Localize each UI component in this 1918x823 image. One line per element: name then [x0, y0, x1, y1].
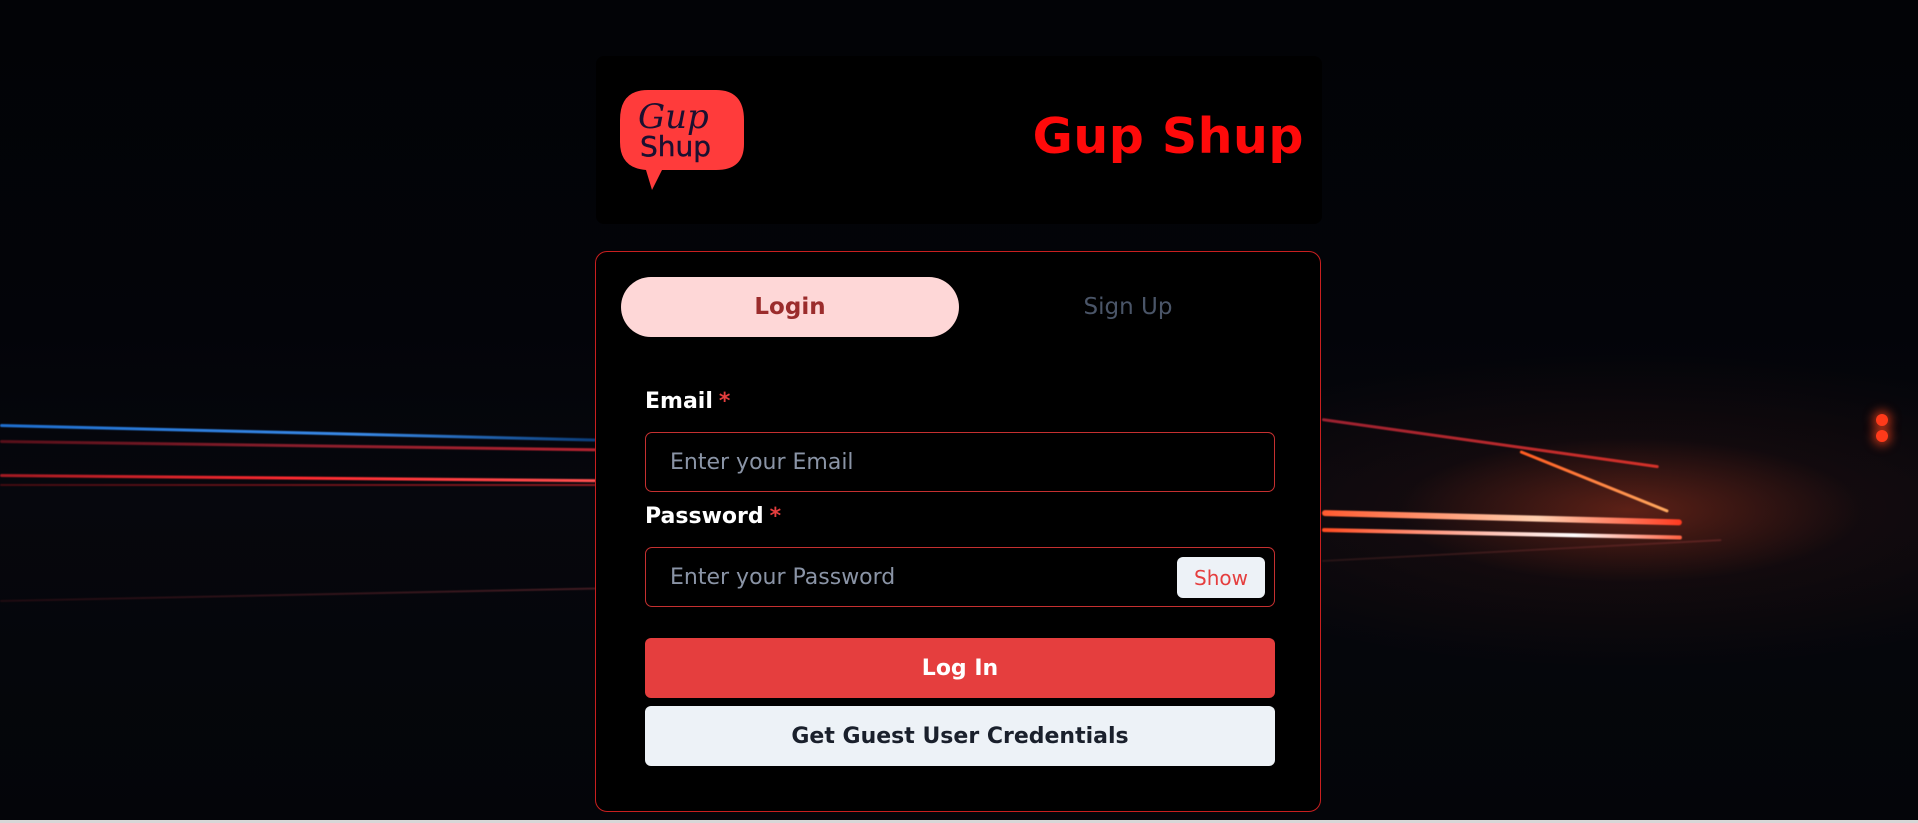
show-password-button[interactable]: Show — [1177, 557, 1265, 598]
email-field[interactable] — [646, 433, 1274, 491]
email-field-wrapper — [645, 432, 1275, 492]
required-star: * — [718, 389, 731, 414]
gup-shup-logo: Gup Shup — [618, 86, 746, 190]
tab-sign-up[interactable]: Sign Up — [959, 277, 1297, 337]
log-in-button[interactable]: Log In — [645, 638, 1275, 698]
svg-text:Shup: Shup — [640, 130, 711, 163]
password-field-wrapper: Show — [645, 547, 1275, 607]
auth-tabs: Login Sign Up — [621, 277, 1297, 337]
app-title: Gup Shup — [1032, 108, 1304, 165]
auth-card: Login Sign Up Email* Password* Show Log … — [595, 251, 1321, 812]
required-star: * — [769, 504, 782, 529]
password-label: Password * — [645, 504, 781, 529]
email-label-text: Email — [645, 389, 713, 414]
password-label-text: Password — [645, 504, 764, 529]
email-label: Email * — [645, 389, 730, 414]
tab-login[interactable]: Login — [621, 277, 959, 337]
guest-credentials-button[interactable]: Get Guest User Credentials — [645, 706, 1275, 766]
app-header: Gup Shup Gup Shup — [596, 56, 1322, 224]
